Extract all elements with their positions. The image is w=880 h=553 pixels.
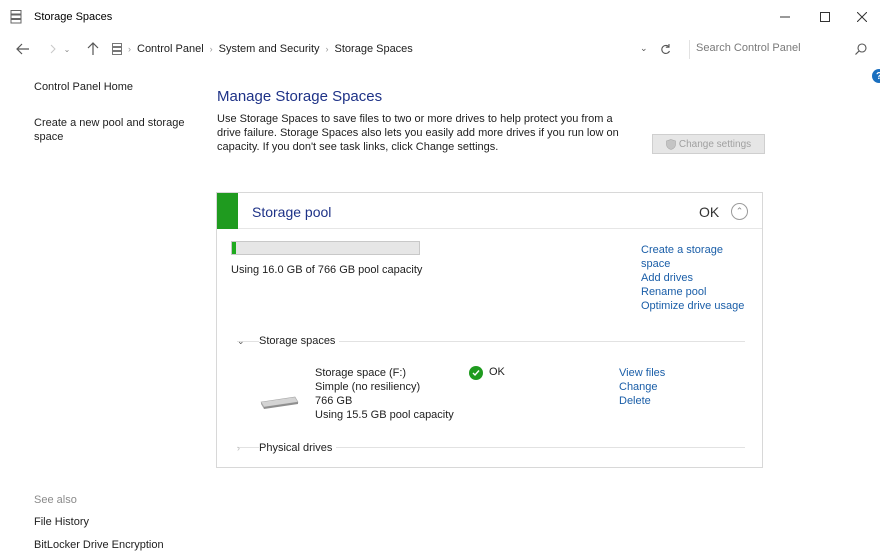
storage-pool-panel: Storage pool OK ⌃ Using 16.0 GB of 766 G…: [216, 192, 763, 468]
search-box: [689, 40, 872, 59]
arrow-up-icon: [87, 42, 99, 55]
maximize-icon: [820, 12, 830, 22]
change-link[interactable]: Change: [619, 380, 665, 394]
breadcrumb-system-and-security[interactable]: System and Security: [219, 43, 320, 55]
collapse-pool-button[interactable]: ⌃: [731, 203, 748, 220]
add-drives-link[interactable]: Add drives: [641, 271, 761, 285]
recent-locations-dropdown[interactable]: ⌄: [60, 40, 74, 58]
minimize-button[interactable]: [765, 0, 805, 34]
pool-header-divider: [238, 228, 762, 229]
page-title: Manage Storage Spaces: [217, 88, 383, 105]
address-bar: ⌄ › Control Panel › System and Security …: [0, 36, 880, 62]
title-bar: Storage Spaces: [0, 0, 880, 34]
storage-space-links: View files Change Delete: [619, 366, 665, 408]
up-button[interactable]: [84, 40, 102, 58]
breadcrumb-control-panel[interactable]: Control Panel: [137, 43, 204, 55]
delete-link[interactable]: Delete: [619, 394, 665, 408]
pool-usage-bar: [231, 241, 420, 255]
close-icon: [857, 12, 867, 22]
help-icon[interactable]: ?: [872, 69, 880, 83]
shield-icon: [666, 138, 676, 150]
pool-title: Storage pool: [252, 204, 332, 220]
pool-usage-fill: [232, 242, 236, 254]
refresh-button[interactable]: [658, 40, 672, 58]
pool-task-links: Create a storage space Add drives Rename…: [641, 243, 761, 313]
storage-spaces-icon: [112, 43, 122, 55]
chevron-up-icon: ⌃: [735, 206, 744, 216]
drive-icon: [260, 396, 299, 409]
forward-button[interactable]: [46, 40, 60, 58]
create-pool-link[interactable]: Create a new pool and storage space: [34, 116, 194, 144]
pool-status-accent: [217, 193, 238, 229]
storage-space-name: Storage space (F:): [315, 367, 407, 379]
storage-spaces-icon: [10, 10, 22, 24]
see-also-heading: See also: [34, 494, 77, 506]
storage-spaces-label: Storage spaces: [259, 335, 340, 347]
optimize-drive-usage-link[interactable]: Optimize drive usage: [641, 299, 761, 313]
storage-spaces-section-toggle[interactable]: ⌄ Storage spaces: [237, 334, 340, 348]
window-title: Storage Spaces: [34, 11, 113, 23]
storage-space-status: OK: [489, 366, 505, 378]
arrow-left-icon: [16, 43, 29, 55]
back-button[interactable]: [14, 40, 32, 58]
pool-status: OK: [699, 204, 720, 220]
minimize-icon: [780, 16, 790, 18]
view-files-link[interactable]: View files: [619, 366, 665, 380]
maximize-button[interactable]: [805, 0, 845, 34]
storage-space-details: Storage space (F:) Simple (no resiliency…: [315, 366, 454, 422]
chevron-right-icon[interactable]: ›: [326, 44, 329, 54]
bitlocker-link[interactable]: BitLocker Drive Encryption: [34, 539, 164, 551]
close-button[interactable]: [842, 0, 880, 34]
pool-usage-text: Using 16.0 GB of 766 GB pool capacity: [231, 264, 423, 276]
physical-drives-label: Physical drives: [259, 442, 337, 454]
arrow-right-icon: [50, 44, 56, 54]
check-circle-icon: [469, 366, 483, 380]
change-settings-label: Change settings: [678, 138, 752, 150]
chevron-down-icon: ⌄: [237, 335, 245, 346]
breadcrumb: › Control Panel › System and Security › …: [112, 40, 413, 58]
breadcrumb-storage-spaces[interactable]: Storage Spaces: [335, 43, 413, 55]
physical-drives-section-toggle[interactable]: › Physical drives: [237, 441, 337, 455]
rename-pool-link[interactable]: Rename pool: [641, 285, 761, 299]
file-history-link[interactable]: File History: [34, 516, 89, 528]
storage-space-resiliency: Simple (no resiliency): [315, 381, 421, 393]
address-dropdown-chevron-down-icon[interactable]: ⌄: [640, 43, 648, 54]
search-icon[interactable]: [854, 42, 868, 56]
chevron-right-icon: ›: [237, 443, 240, 453]
refresh-icon: [660, 44, 670, 54]
storage-space-size: 766 GB: [315, 395, 353, 407]
search-input[interactable]: [696, 42, 846, 54]
storage-space-usage: Using 15.5 GB pool capacity: [315, 409, 454, 421]
change-settings-button[interactable]: Change settings: [652, 134, 765, 154]
chevron-right-icon: ›: [128, 44, 131, 54]
create-storage-space-link[interactable]: Create a storage space: [641, 243, 731, 271]
intro-text: Use Storage Spaces to save files to two …: [217, 113, 619, 153]
chevron-down-icon: ⌄: [63, 44, 71, 54]
control-panel-home-link[interactable]: Control Panel Home: [34, 80, 133, 94]
chevron-right-icon[interactable]: ›: [210, 44, 213, 54]
